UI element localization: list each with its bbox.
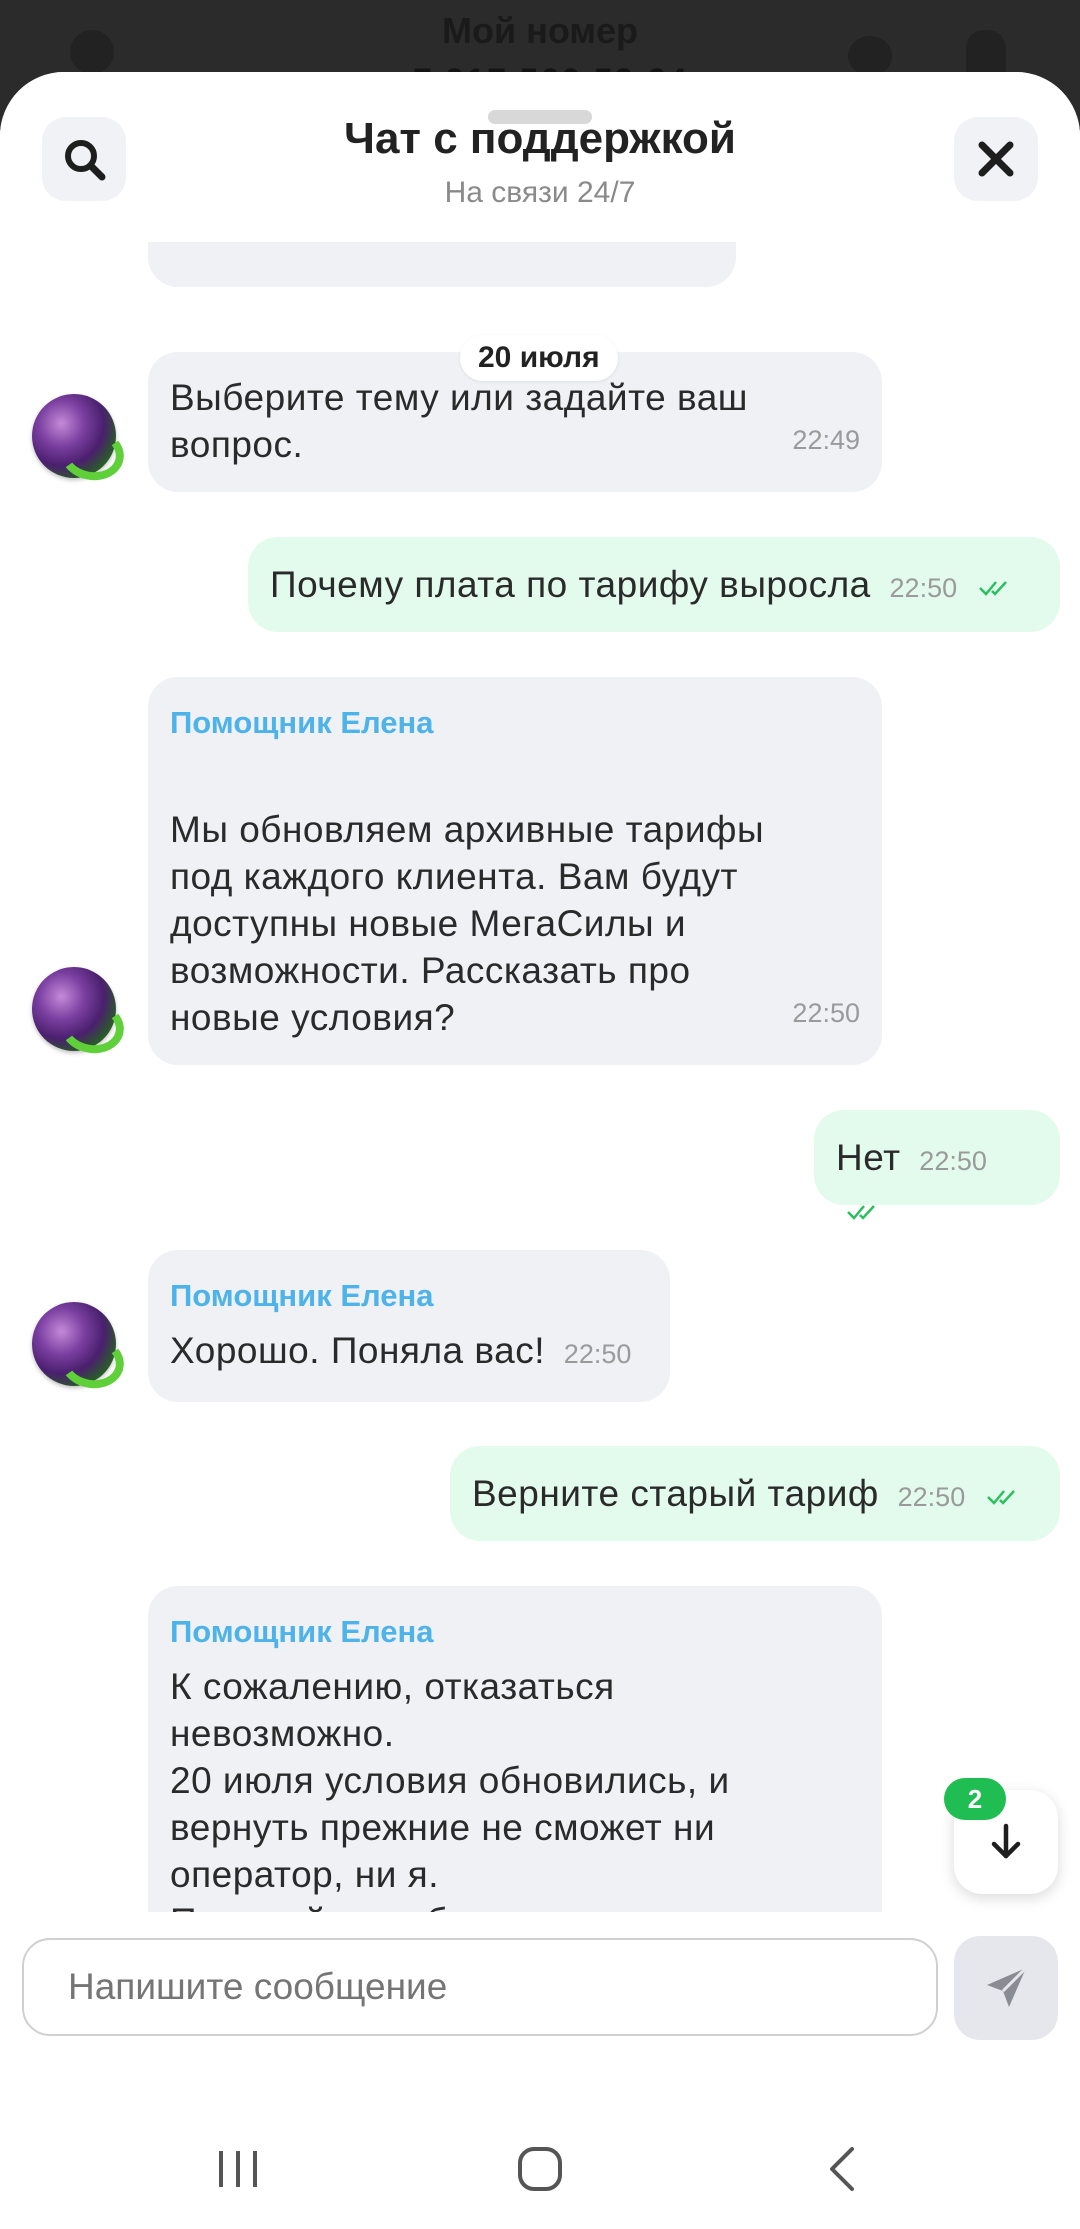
- outgoing-message: Нет 22:50: [814, 1110, 1060, 1221]
- read-ticks-icon: [987, 1490, 1015, 1506]
- assistant-avatar: [32, 967, 116, 1051]
- home-button[interactable]: [500, 2134, 580, 2204]
- message-author: Помощник Елена: [170, 1278, 434, 1313]
- close-icon: [978, 141, 1014, 177]
- message-time: 22:50: [563, 1339, 632, 1369]
- message-text: Хорошо. Поняла вас!: [170, 1330, 546, 1371]
- page-subtitle: На связи 24/7: [444, 176, 636, 209]
- send-icon: [987, 1966, 1028, 2007]
- sheet-grabber-handle[interactable]: [488, 110, 592, 124]
- message-time: 22:49: [792, 425, 860, 455]
- system-navigation-bar: [0, 2112, 1080, 2229]
- message-text: Нет: [836, 1137, 901, 1178]
- message-text: Верните старый тариф: [472, 1473, 879, 1514]
- message-feed[interactable]: 20 июля Выберите тему или задайте ваш во…: [0, 242, 1080, 1912]
- background-bell-icon: [966, 30, 1006, 76]
- message-author: Помощник Елена: [170, 1614, 434, 1649]
- assistant-avatar: [32, 394, 116, 478]
- home-icon: [518, 2147, 562, 2191]
- recent-apps-button[interactable]: [198, 2134, 278, 2204]
- unread-count-badge: 2: [944, 1778, 1006, 1820]
- date-separator: 20 июля: [460, 335, 618, 381]
- background-chat-icon: [848, 36, 892, 76]
- message-time: 22:50: [919, 1146, 987, 1176]
- message-time: 22:50: [897, 1482, 966, 1512]
- recent-apps-icon: [219, 2151, 257, 2187]
- message-text: Почему плата по тарифу выросла: [270, 564, 871, 605]
- incoming-message: Помощник Елена Хорошо. Поняла вас! 22:50: [148, 1250, 670, 1402]
- assistant-avatar: [32, 1302, 116, 1386]
- support-chat-sheet: Чат с поддержкой На связи 24/7 20 июля В…: [0, 72, 1080, 2229]
- close-button[interactable]: [954, 117, 1038, 201]
- read-ticks-icon: [979, 581, 1007, 597]
- outgoing-message: Почему плата по тарифу выросла 22:50: [248, 537, 1060, 632]
- outgoing-message: Верните старый тариф 22:50: [450, 1446, 1060, 1541]
- incoming-message: Помощник Елена К сожалению, отказаться н…: [148, 1586, 882, 1912]
- previous-message-bubble: [148, 242, 736, 287]
- message-input[interactable]: [22, 1938, 938, 2036]
- chat-header: Чат с поддержкой На связи 24/7: [0, 72, 1080, 242]
- message-time: 22:50: [792, 998, 860, 1028]
- message-text-line: К сожалению, отказаться невозможно.: [170, 1666, 615, 1754]
- message-text: Мы обновляем архивные тарифы под каждого…: [170, 809, 765, 1038]
- incoming-message: Помощник Елена Мы обновляем архивные тар…: [148, 677, 882, 1065]
- message-text-line: 20 июля условия обновились, и вернуть пр…: [170, 1760, 730, 1895]
- message-text: Выберите тему или задайте ваш вопрос.: [170, 377, 748, 465]
- read-ticks-icon: [847, 1205, 875, 1221]
- back-button[interactable]: [802, 2134, 882, 2204]
- send-button[interactable]: [954, 1936, 1058, 2040]
- message-composer: [0, 1912, 1080, 2052]
- back-icon: [830, 2147, 854, 2191]
- message-author: Помощник Елена: [170, 705, 434, 740]
- background-title: Мой номер: [441, 10, 638, 51]
- message-time: 22:50: [889, 573, 958, 603]
- arrow-down-icon: [991, 1823, 1021, 1859]
- message-text-line: Пожалуйста, обратите внимание, что даже …: [170, 1898, 850, 1912]
